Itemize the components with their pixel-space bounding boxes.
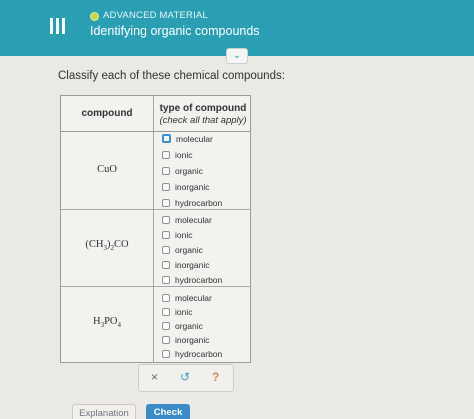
option-label: hydrocarbon [175,348,223,359]
check-button[interactable]: Check [146,404,190,419]
option-molecular[interactable]: molecular [162,132,213,145]
column-header-type: type of compound [159,103,247,114]
checkbox[interactable] [162,150,170,159]
option-organic[interactable]: organic [162,243,203,256]
chevron-down-icon: ⌄ [232,50,242,61]
checkbox[interactable] [162,260,170,269]
checkbox[interactable] [162,321,170,330]
formula-text: CuO [97,164,117,175]
checkbox[interactable] [162,275,170,284]
option-inorganic[interactable]: inorganic [162,258,210,271]
checkbox[interactable] [162,307,170,316]
formula-text: H [92,316,101,327]
classification-table: compound type of compound (check all tha… [60,95,251,363]
topic-title: Identifying organic compounds [90,24,260,38]
compound-formula-h3po4: H3PO4 [61,316,153,329]
formula-text: PO [104,316,118,327]
compound-formula-cuo: CuO [61,164,153,175]
option-label: ionic [175,149,193,160]
option-organic[interactable]: organic [162,164,203,177]
option-label: organic [175,244,203,255]
clear-icon[interactable]: × [151,370,158,384]
option-label: molecular [175,292,212,303]
checkbox[interactable] [162,245,170,254]
option-ionic[interactable]: ionic [162,148,192,161]
option-label: organic [175,320,203,331]
row-divider [61,209,250,210]
checkbox[interactable] [162,215,170,224]
option-label: inorganic [175,259,210,270]
formula-text: (CH [85,239,104,250]
compound-formula-acetone: (CH3)2CO [61,239,153,252]
formula-subscript: 4 [117,321,122,330]
explanation-button[interactable]: Explanation [72,404,136,419]
subject-label: ADVANCED MATERIAL [103,10,208,21]
checkbox[interactable] [162,293,170,302]
status-dot-icon [90,12,99,21]
option-hydrocarbon[interactable]: hydrocarbon [162,347,222,360]
option-inorganic[interactable]: inorganic [162,333,210,346]
checkbox[interactable] [162,335,170,344]
option-hydrocarbon[interactable]: hydrocarbon [162,273,222,286]
column-header-compound: compound [81,108,133,119]
answer-toolbar: × ↺ ? [138,364,234,392]
collapse-button[interactable]: ⌄ [226,48,248,64]
option-label: ionic [175,306,193,317]
option-label: ionic [175,229,193,240]
checkbox[interactable] [162,198,170,207]
formula-text: CO [114,239,129,250]
checkbox[interactable] [162,134,171,143]
checkbox[interactable] [162,182,170,191]
checkbox[interactable] [162,230,170,239]
option-inorganic[interactable]: inorganic [162,180,210,193]
hamburger-icon[interactable] [50,18,66,34]
option-label: organic [175,165,203,176]
column-header-hint: (check all that apply) [159,115,247,126]
row-divider [61,286,250,287]
option-ionic[interactable]: ionic [162,228,192,241]
option-label: inorganic [175,334,210,345]
header-divider [61,131,250,132]
option-label: molecular [175,214,212,225]
option-label: molecular [176,133,213,144]
column-divider [153,96,154,362]
option-label: hydrocarbon [175,197,223,208]
option-hydrocarbon[interactable]: hydrocarbon [162,196,222,209]
question-instruction: Classify each of these chemical compound… [58,70,285,82]
option-ionic[interactable]: ionic [162,305,192,318]
help-icon[interactable]: ? [212,370,219,384]
option-label: inorganic [175,181,210,192]
checkbox[interactable] [162,166,170,175]
option-label: hydrocarbon [175,274,223,285]
option-organic[interactable]: organic [162,319,203,332]
checkbox[interactable] [162,349,170,358]
option-molecular[interactable]: molecular [162,291,212,304]
option-molecular[interactable]: molecular [162,213,212,226]
undo-icon[interactable]: ↺ [180,370,190,384]
